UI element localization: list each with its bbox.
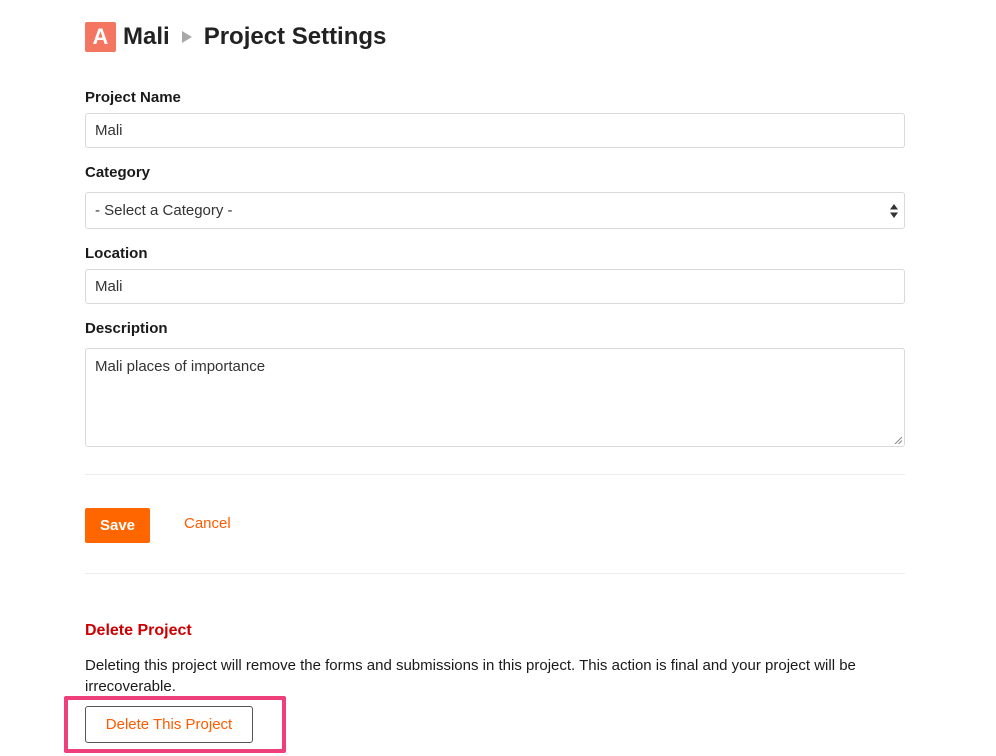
description-text: Mali places of importance <box>95 358 266 375</box>
location-label: Location <box>85 245 148 262</box>
resize-grip-icon[interactable] <box>894 436 902 444</box>
section-divider <box>85 573 905 574</box>
category-select[interactable]: - Select a Category - <box>85 192 905 229</box>
project-settings-page: A Mali Project Settings Project Name Cat… <box>0 0 996 756</box>
delete-project-warning: Deleting this project will remove the fo… <box>85 657 856 695</box>
project-name-input[interactable] <box>85 113 905 148</box>
breadcrumb-project-name[interactable]: Mali <box>123 23 170 51</box>
project-badge-icon: A <box>85 22 116 52</box>
select-arrows-icon <box>890 204 898 218</box>
breadcrumb: A Mali Project Settings <box>85 22 386 52</box>
delete-project-heading: Delete Project <box>85 622 192 639</box>
project-name-label: Project Name <box>85 89 181 106</box>
page-title: Project Settings <box>203 23 387 50</box>
form-divider <box>85 474 905 475</box>
category-selected-value: - Select a Category - <box>95 202 233 219</box>
triangle-right-icon <box>181 31 192 43</box>
description-textarea[interactable]: Mali places of importance <box>85 348 905 447</box>
category-label: Category <box>85 164 151 181</box>
delete-project-button[interactable]: Delete This Project <box>85 706 253 743</box>
description-label: Description <box>85 320 168 337</box>
save-button[interactable]: Save <box>85 508 150 543</box>
cancel-link[interactable]: Cancel <box>184 515 231 532</box>
location-input[interactable] <box>85 269 905 304</box>
